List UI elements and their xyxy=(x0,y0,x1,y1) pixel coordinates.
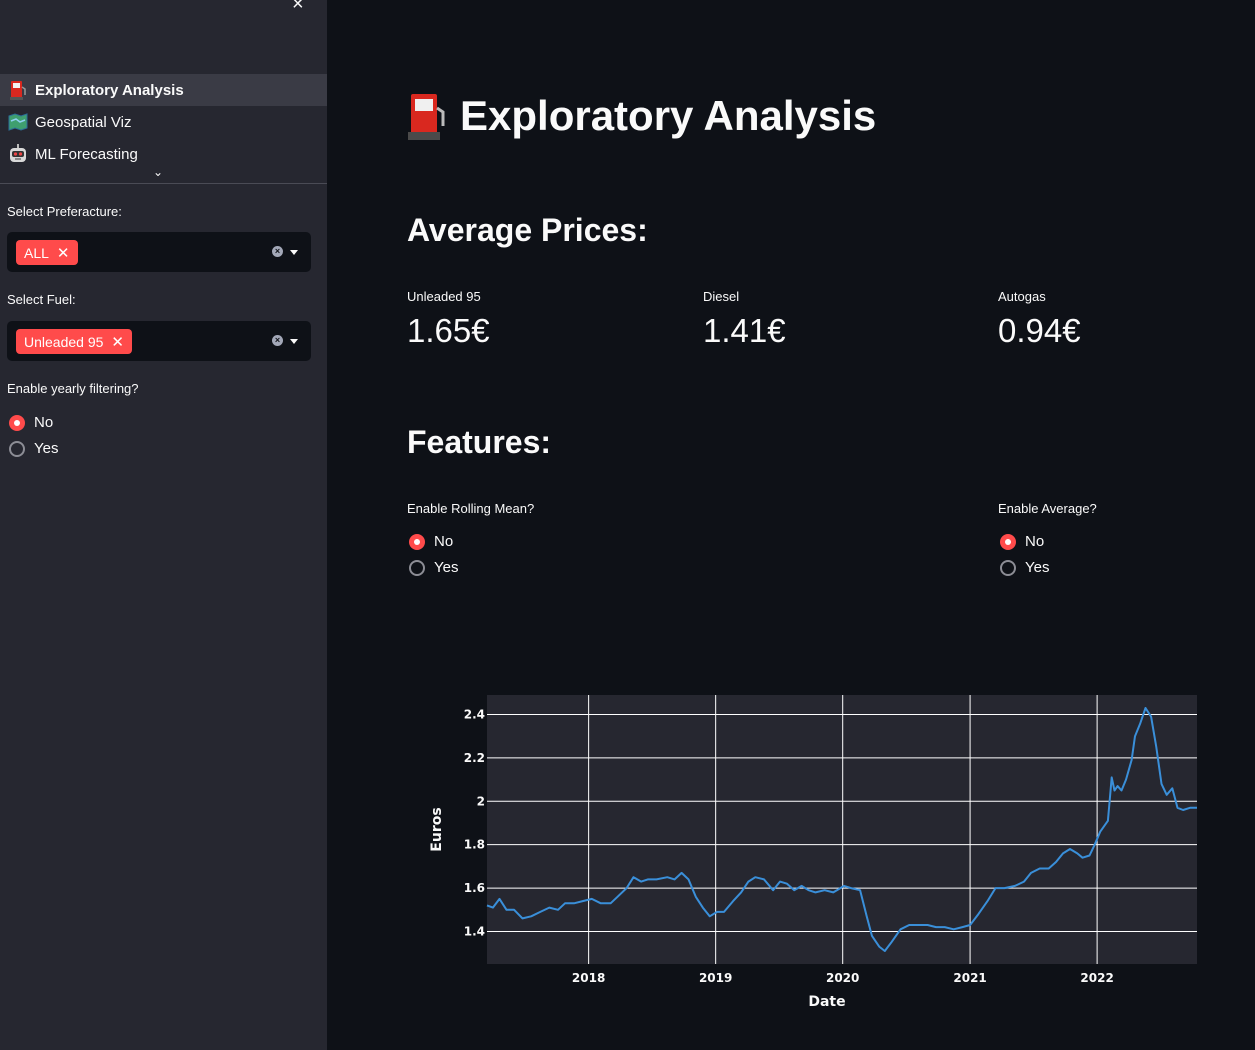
x-tick-label: 2022 xyxy=(1080,971,1113,985)
radio-unselected-icon xyxy=(1000,559,1016,576)
tag-label: ALL xyxy=(24,244,49,261)
nav-divider xyxy=(0,183,327,184)
metric-value: 1.65€ xyxy=(407,312,490,349)
expand-nav-icon[interactable]: ⌄ xyxy=(153,165,163,179)
clear-icon[interactable]: × xyxy=(272,335,283,346)
x-tick-label: 2021 xyxy=(953,971,986,985)
yearly-radio-yes[interactable]: Yes xyxy=(9,440,58,457)
radio-selected-icon xyxy=(9,414,25,431)
radio-label: No xyxy=(434,533,454,550)
price-line-chart[interactable]: 2018 2019 2020 2021 2022 1.4 1.6 1.8 2 2.2 2.4 Date… xyxy=(420,680,1220,1020)
remove-tag-icon[interactable]: ✕ xyxy=(111,333,124,351)
yearly-radio-no[interactable]: No xyxy=(9,414,53,431)
clear-icon[interactable]: × xyxy=(272,246,283,257)
radio-unselected-icon xyxy=(9,440,25,457)
metric-value: 0.94€ xyxy=(998,312,1081,349)
sidebar: × Exploratory Analysis Geospatial Viz ML… xyxy=(0,0,327,1050)
fuel-tag: Unleaded 95 ✕ xyxy=(16,329,132,354)
remove-tag-icon[interactable]: ✕ xyxy=(57,244,70,262)
page-title-text: Exploratory Analysis xyxy=(460,92,877,139)
map-icon xyxy=(8,112,28,132)
nav-item-exploratory-analysis[interactable]: Exploratory Analysis xyxy=(0,74,327,106)
nav-item-ml-forecasting[interactable]: ML Forecasting xyxy=(0,138,327,170)
average-label: Enable Average? xyxy=(998,501,1097,516)
y-tick-label: 2.4 xyxy=(464,708,485,722)
radio-unselected-icon xyxy=(409,559,425,576)
radio-label: Yes xyxy=(434,559,459,576)
y-tick-label: 1.6 xyxy=(464,881,485,895)
y-tick-label: 2 xyxy=(477,794,485,808)
fuel-pump-icon xyxy=(408,92,446,140)
radio-label: Yes xyxy=(34,440,59,457)
metric-label: Autogas xyxy=(998,289,1046,304)
y-axis-title: Euros xyxy=(429,807,445,851)
y-tick-label: 2.2 xyxy=(464,751,485,765)
average-radio-no[interactable]: No xyxy=(1000,533,1044,550)
fuel-multiselect[interactable]: Unleaded 95 ✕ × xyxy=(7,321,311,361)
rolling-mean-label: Enable Rolling Mean? xyxy=(407,501,535,516)
nav-label: Exploratory Analysis xyxy=(35,81,184,99)
y-tick-label: 1.8 xyxy=(464,838,485,852)
robot-icon xyxy=(8,144,28,164)
nav-item-geospatial-viz[interactable]: Geospatial Viz xyxy=(0,106,327,138)
x-axis-title: Date xyxy=(808,994,845,1010)
yearly-filter-label: Enable yearly filtering? xyxy=(7,381,139,396)
page-nav: Exploratory Analysis Geospatial Viz ML F… xyxy=(0,74,327,170)
nav-label: Geospatial Viz xyxy=(35,113,132,131)
prefecture-label: Select Preferacture: xyxy=(7,204,122,219)
radio-selected-icon xyxy=(1000,533,1016,550)
prefecture-multiselect[interactable]: ALL ✕ × xyxy=(7,232,311,272)
radio-label: Yes xyxy=(1025,559,1050,576)
features-heading: Features: xyxy=(407,424,552,460)
x-tick-label: 2020 xyxy=(826,971,859,985)
radio-label: No xyxy=(34,414,54,431)
x-tick-label: 2018 xyxy=(572,971,605,985)
chevron-down-icon[interactable] xyxy=(290,250,298,255)
radio-selected-icon xyxy=(409,533,425,550)
page-title: Exploratory Analysis xyxy=(408,92,876,140)
average-prices-heading: Average Prices: xyxy=(407,212,648,248)
plot-area xyxy=(487,695,1197,964)
metric-label: Unleaded 95 xyxy=(407,289,481,304)
average-radio-yes[interactable]: Yes xyxy=(1000,559,1049,576)
close-sidebar-icon[interactable]: × xyxy=(292,0,304,14)
rolling-radio-yes[interactable]: Yes xyxy=(409,559,458,576)
metric-value: 1.41€ xyxy=(703,312,786,349)
y-tick-label: 1.4 xyxy=(464,924,485,938)
metric-label: Diesel xyxy=(703,289,740,304)
rolling-radio-no[interactable]: No xyxy=(409,533,453,550)
prefecture-tag: ALL ✕ xyxy=(16,240,78,265)
fuel-pump-icon xyxy=(8,80,28,100)
nav-label: ML Forecasting xyxy=(35,145,138,163)
chevron-down-icon[interactable] xyxy=(290,339,298,344)
fuel-label: Select Fuel: xyxy=(7,292,76,307)
x-tick-label: 2019 xyxy=(699,971,732,985)
tag-label: Unleaded 95 xyxy=(24,333,104,350)
radio-label: No xyxy=(1025,533,1045,550)
